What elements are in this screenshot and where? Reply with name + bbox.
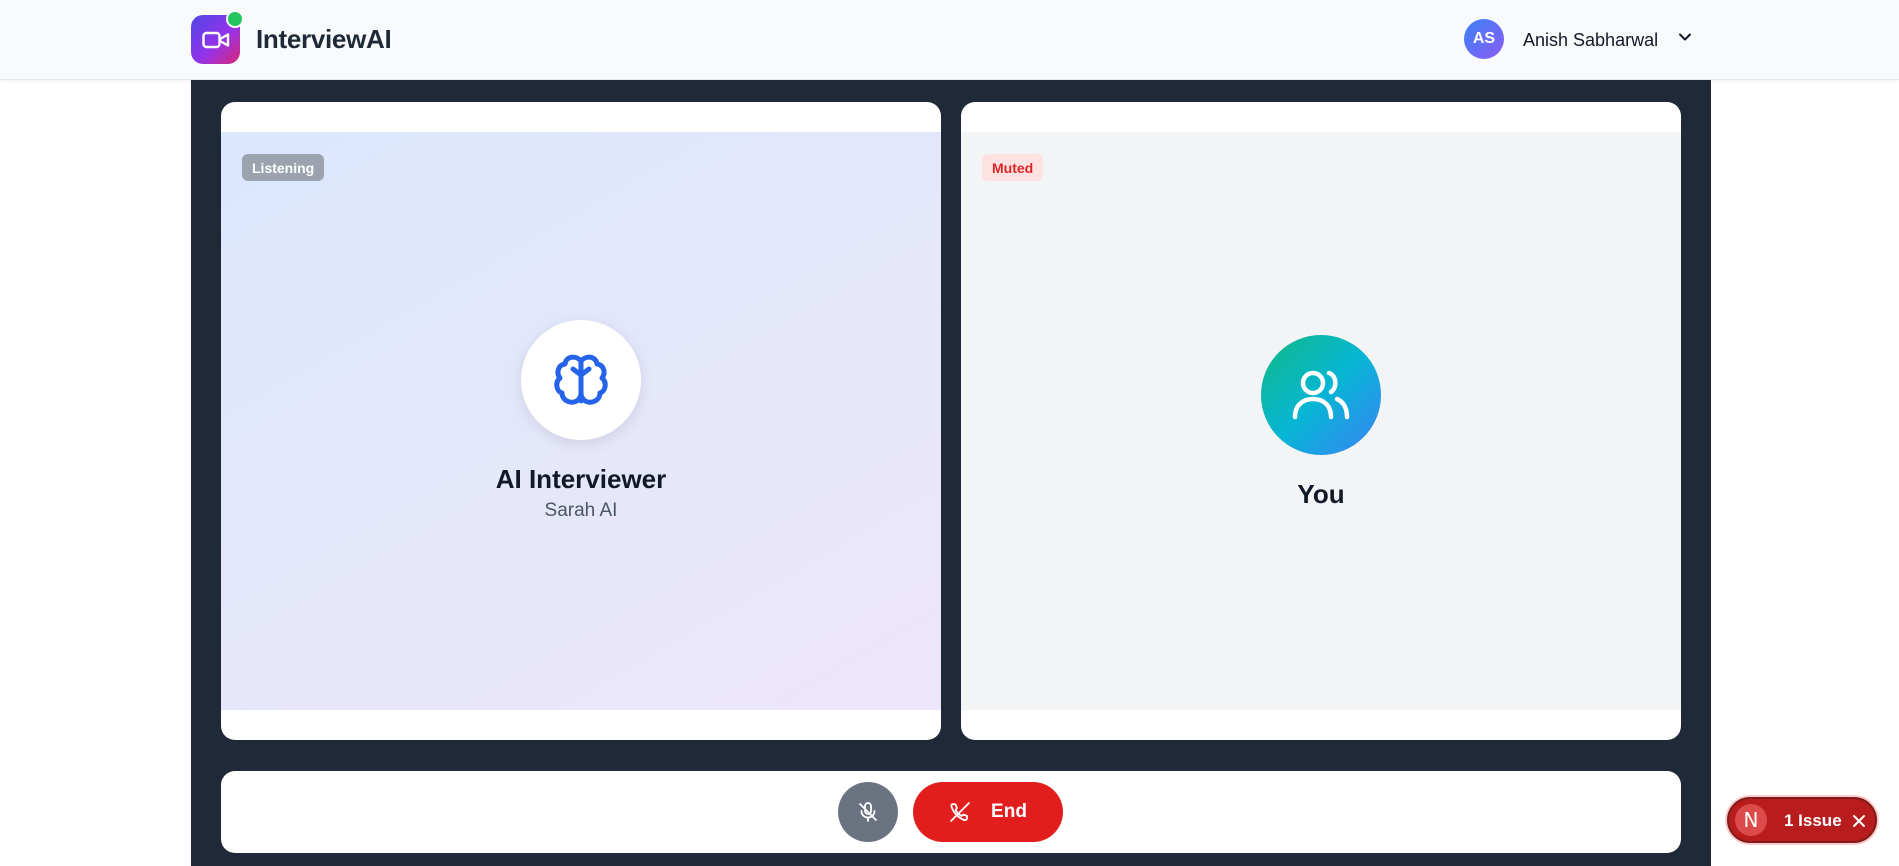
ai-interviewer-panel: Listening AI Interviewer Sarah AI: [221, 102, 941, 740]
user-label: You: [1297, 479, 1345, 509]
user-avatar-circle: [1261, 335, 1381, 455]
user-avatar[interactable]: AS: [1464, 19, 1504, 59]
online-status-dot: [226, 10, 244, 28]
user-panel: Muted You: [961, 102, 1681, 740]
ai-video-area: Listening AI Interviewer Sarah AI: [221, 132, 941, 710]
ai-interviewer-title: AI Interviewer: [495, 464, 667, 494]
brand-name: InterviewAI: [256, 24, 392, 54]
ai-interviewer-name: Sarah AI: [544, 500, 618, 521]
issues-count-label[interactable]: 1 Issue: [1784, 811, 1842, 831]
interview-stage: Listening AI Interviewer Sarah AI Muted: [191, 80, 1711, 866]
mute-toggle-button[interactable]: [838, 782, 898, 842]
call-controls-bar: End: [221, 771, 1681, 853]
video-camera-icon: [201, 31, 229, 48]
ai-avatar: [521, 320, 641, 440]
mic-off-icon: [859, 802, 877, 822]
app-header: InterviewAI AS Anish Sabharwal: [0, 0, 1899, 80]
close-icon[interactable]: [1851, 813, 1867, 829]
framework-logo: N: [1735, 804, 1767, 836]
end-call-label: End: [991, 801, 1027, 822]
user-video-area: Muted You: [961, 132, 1681, 710]
brain-icon: [554, 354, 608, 405]
users-icon: [1292, 370, 1350, 420]
user-name[interactable]: Anish Sabharwal: [1523, 30, 1658, 51]
end-call-button[interactable]: End: [913, 782, 1063, 842]
issues-indicator[interactable]: N 1 Issue: [1727, 797, 1877, 843]
phone-off-icon: [950, 802, 970, 822]
listening-badge: Listening: [242, 154, 325, 181]
chevron-down-icon[interactable]: [1678, 30, 1692, 44]
muted-badge: Muted: [982, 154, 1044, 181]
